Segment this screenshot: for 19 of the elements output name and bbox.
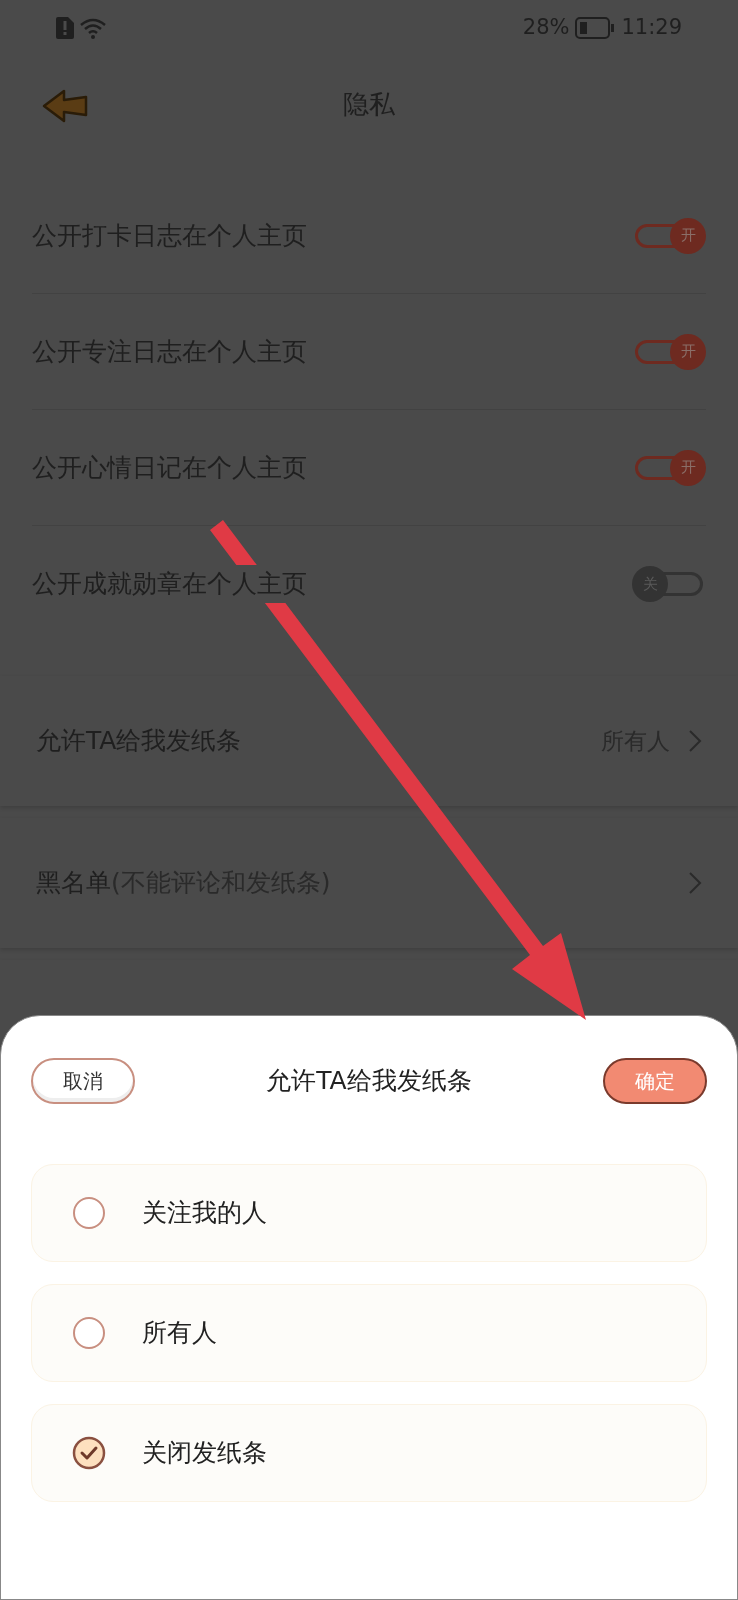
cancel-button[interactable]: 取消 [31,1058,135,1104]
chevron-right-icon [688,871,702,895]
alert-icon [56,17,74,39]
back-arrow-icon [42,89,88,123]
confirm-button[interactable]: 确定 [603,1058,707,1104]
toggle-knob: 开 [670,449,706,486]
battery-icon [575,17,616,39]
option-row[interactable]: 所有人 [31,1284,707,1382]
back-button[interactable] [40,88,90,124]
option-label: 所有人 [142,1317,217,1350]
option-row[interactable]: 关闭发纸条 [31,1404,707,1502]
sheet-title: 允许TA给我发纸条 [266,1065,472,1098]
wifi-icon [80,17,106,39]
toggle-knob: 开 [670,333,706,370]
toggle-knob: 开 [670,217,706,254]
option-label: 关注我的人 [142,1197,267,1230]
option-label: 关闭发纸条 [142,1437,267,1470]
chevron-right-icon [688,729,702,753]
option-row[interactable]: 关注我的人 [31,1164,707,1262]
